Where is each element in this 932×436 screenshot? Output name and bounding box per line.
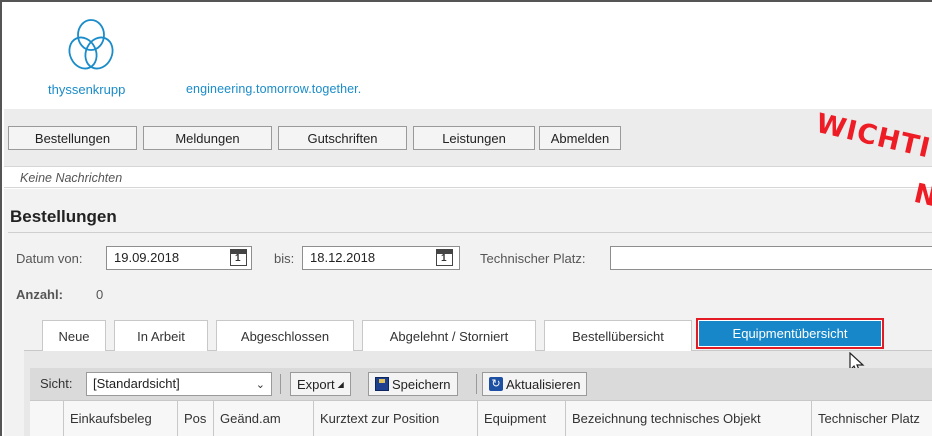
export-button[interactable]: Export ◢ [290,372,351,396]
app-frame: thyssenkrupp engineering.tomorrow.togeth… [0,0,932,436]
refresh-icon: ↻ [489,377,503,391]
dropdown-corner-icon: ◢ [337,379,344,389]
tab-abgelehnt-storniert[interactable]: Abgelehnt / Storniert [362,320,536,351]
view-select-value: [Standardsicht] [93,376,180,391]
column-kurztext[interactable]: Kurztext zur Position [314,401,478,436]
nav-bestellungen-button[interactable]: Bestellungen [8,126,137,150]
save-label: Speichern [392,376,451,392]
calendar-to-icon[interactable]: 1 [436,249,453,266]
header: thyssenkrupp engineering.tomorrow.togeth… [4,4,932,109]
thyssenkrupp-logo-icon [68,19,114,70]
nav-leistungen-button[interactable]: Leistungen [413,126,535,150]
tech-place-label: Technischer Platz: [480,251,586,266]
column-technischer-platz[interactable]: Technischer Platz [812,401,932,436]
view-label: Sicht: [40,376,73,391]
column-einkaufsbeleg[interactable]: Einkaufsbeleg [64,401,178,436]
column-pos[interactable]: Pos [178,401,214,436]
nav-meldungen-button[interactable]: Meldungen [143,126,272,150]
tab-abgeschlossen[interactable]: Abgeschlossen [216,320,354,351]
toolbar-separator [280,374,281,394]
refresh-button[interactable]: ↻ Aktualisieren [482,372,588,396]
message-text: Keine Nachrichten [20,171,123,185]
chevron-down-icon: ⌄ [255,379,265,391]
nav-abmelden-button[interactable]: Abmelden [539,126,621,150]
nav-gutschriften-button[interactable]: Gutschriften [278,126,407,150]
main-navigation: Bestellungen Meldungen Gutschriften Leis… [4,109,932,166]
tab-in-arbeit[interactable]: In Arbeit [114,320,208,351]
message-bar: Keine Nachrichten [4,166,932,188]
brand-name: thyssenkrupp [48,82,126,97]
table-header: Einkaufsbeleg Pos Geänd.am Kurztext zur … [30,400,932,436]
tab-bestelluebersicht[interactable]: Bestellübersicht [544,320,692,351]
floppy-disk-icon [375,377,389,391]
count-label: Anzahl: [16,287,63,302]
title-divider [8,232,932,233]
table-toolbar: Sicht: [Standardsicht] ⌄ Export ◢ Speich… [30,368,932,400]
view-select[interactable]: [Standardsicht] ⌄ [86,372,272,396]
date-from-label: Datum von: [16,251,83,266]
export-label: Export [297,376,335,392]
count-value: 0 [96,287,104,302]
toolbar-separator [476,374,477,394]
brand-slogan: engineering.tomorrow.together. [186,82,362,96]
column-geaend-am[interactable]: Geänd.am [214,401,314,436]
page-title: Bestellungen [10,207,117,226]
calendar-from-icon[interactable]: 1 [230,249,247,266]
save-button[interactable]: Speichern [368,372,458,396]
column-bezeichnung[interactable]: Bezeichnung technisches Objekt [566,401,812,436]
tab-neue[interactable]: Neue [42,320,106,351]
date-to-label: bis: [274,251,295,266]
column-select[interactable] [30,401,64,436]
tab-equipmentuebersicht[interactable]: Equipmentübersicht [696,318,884,349]
column-equipment[interactable]: Equipment [478,401,566,436]
refresh-label: Aktualisieren [506,376,581,392]
tech-place-field[interactable] [610,246,932,270]
